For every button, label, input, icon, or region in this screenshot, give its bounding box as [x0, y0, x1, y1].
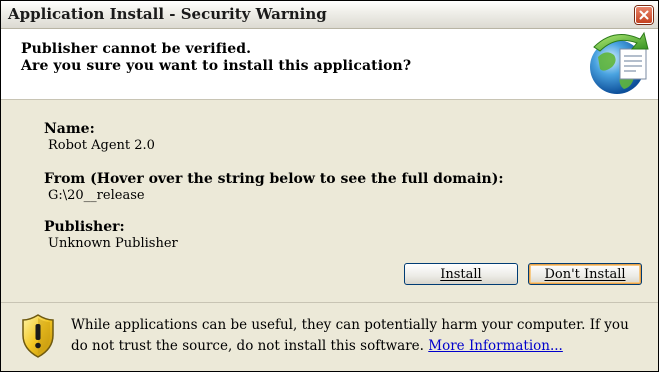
- warning-footer: While applications can be useful, they c…: [1, 302, 658, 371]
- install-button-label: Install: [440, 266, 482, 282]
- publisher-value: Unknown Publisher: [48, 236, 178, 251]
- warning-shield-icon: [22, 314, 54, 358]
- publisher-label: Publisher:: [44, 219, 125, 235]
- warning-message: While applications can be useful, they c…: [71, 315, 631, 357]
- globe-install-icon: [590, 31, 649, 94]
- security-warning-dialog: Application Install - Security Warning P…: [0, 0, 659, 372]
- title-bar[interactable]: Application Install - Security Warning: [1, 1, 658, 29]
- publisher-warning-text: Publisher cannot be verified.: [21, 41, 252, 57]
- window-title: Application Install - Security Warning: [8, 5, 327, 23]
- from-label: From (Hover over the string below to see…: [44, 171, 504, 187]
- name-label: Name:: [44, 121, 95, 137]
- application-details: Name: Robot Agent 2.0 From (Hover over t…: [1, 100, 658, 300]
- close-button[interactable]: [635, 6, 653, 24]
- close-icon: [639, 10, 649, 20]
- name-value: Robot Agent 2.0: [48, 138, 155, 153]
- dont-install-button-label: Don't Install: [544, 266, 626, 282]
- dont-install-button[interactable]: Don't Install: [528, 263, 642, 285]
- from-value[interactable]: G:\20__release: [48, 188, 145, 203]
- install-question-text: Are you sure you want to install this ap…: [21, 58, 412, 74]
- more-information-link[interactable]: More Information...: [428, 338, 563, 354]
- install-button[interactable]: Install: [404, 263, 518, 285]
- warning-header: Publisher cannot be verified. Are you su…: [1, 29, 658, 100]
